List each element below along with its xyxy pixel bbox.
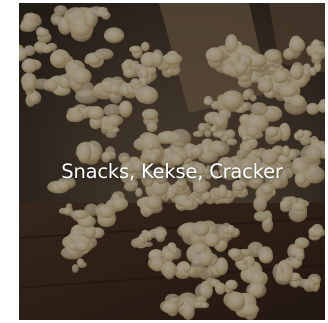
category-tile-snacks[interactable]: Snacks, Kekse, Cracker xyxy=(19,3,325,320)
category-title: Snacks, Kekse, Cracker xyxy=(61,160,283,183)
